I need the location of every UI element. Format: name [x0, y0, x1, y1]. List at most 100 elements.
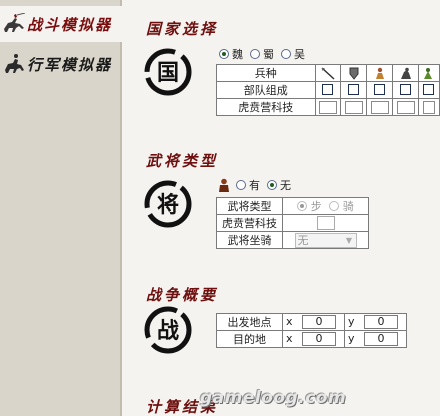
row-label: 武将坐骑 [216, 231, 283, 249]
radio-label: 有 [249, 179, 260, 192]
section-title-country: 国家选择 [146, 20, 219, 38]
table-cell [340, 98, 368, 116]
emblem-char: 将 [157, 192, 179, 218]
table-row: 兵种 [216, 64, 440, 82]
battle-emblem-icon: 战 [144, 306, 192, 354]
table-cell [417, 81, 440, 99]
tech-level-input[interactable] [422, 100, 435, 114]
cavalry-unit-icon [400, 67, 411, 79]
row-label: 目的地 [216, 330, 283, 348]
siege-icon [423, 67, 432, 79]
mount-select[interactable]: 无 ▼ [294, 232, 357, 248]
radio-label: 无 [280, 179, 291, 192]
select-value: 无 [297, 234, 309, 247]
table-row: 部队组成 [216, 81, 440, 99]
x-label: x [286, 315, 293, 328]
general-settings-table: 武将类型 步 骑 虎贲营科技 武将坐骑 无 ▼ [216, 197, 369, 249]
table-cell [417, 98, 440, 116]
table-cell: y 0 [344, 330, 407, 348]
start-x-input[interactable]: 0 [302, 315, 337, 329]
radio-label: 蜀 [263, 48, 274, 61]
tech-level-input[interactable] [370, 100, 389, 114]
table-cell: 步 骑 [282, 197, 369, 215]
table-cell: x 0 [282, 330, 345, 348]
spear-icon [321, 67, 335, 80]
table-cell [282, 214, 369, 232]
tech-level-input[interactable] [318, 100, 337, 114]
x-label: x [286, 332, 293, 345]
table-cell: y 0 [344, 313, 407, 331]
unit-checkbox[interactable] [423, 83, 435, 95]
main-panel: 国家选择 国 魏 蜀 吴 兵种 部队组成 虎贲营科技 武将类型 将 有 无 武将… [124, 0, 440, 416]
table-row: 出发地点 x 0 y 0 [216, 313, 407, 331]
table-header-cell [340, 64, 368, 82]
radio-has-general-yes[interactable] [236, 180, 246, 190]
start-y-input[interactable]: 0 [364, 315, 399, 329]
table-cell [314, 98, 342, 116]
tech-level-input[interactable] [344, 100, 363, 114]
radio-label: 骑 [342, 200, 354, 213]
unit-checkbox[interactable] [400, 83, 412, 95]
unit-checkbox[interactable] [348, 83, 360, 95]
country-emblem-icon: 国 [144, 48, 192, 96]
sidebar-item-march-simulator[interactable]: 行军模拟器 [0, 46, 122, 82]
shield-icon [349, 67, 359, 80]
table-cell: 无 ▼ [282, 231, 369, 249]
country-radio-group: 魏 蜀 吴 [219, 46, 309, 62]
table-cell: x 0 [282, 313, 345, 331]
dest-x-input[interactable]: 0 [302, 332, 337, 346]
section-title-battle: 战争概要 [146, 286, 219, 304]
radio-has-general-no[interactable] [267, 180, 277, 190]
y-label: y [348, 315, 355, 328]
table-row: 武将坐骑 无 ▼ [216, 231, 369, 249]
table-cell [392, 98, 419, 116]
section-title-general: 武将类型 [146, 152, 219, 170]
table-cell [340, 81, 368, 99]
general-icon [219, 178, 229, 192]
table-header-cell [392, 64, 419, 82]
unit-checkbox[interactable] [374, 83, 386, 95]
row-label: 出发地点 [216, 313, 283, 331]
archer-icon [375, 67, 384, 79]
general-tech-input[interactable] [316, 216, 335, 230]
table-row: 目的地 x 0 y 0 [216, 330, 407, 348]
table-header-cell [417, 64, 440, 82]
general-emblem-icon: 将 [144, 180, 192, 228]
row-label: 虎贲营科技 [216, 98, 316, 116]
row-label: 虎贲营科技 [216, 214, 283, 232]
horse-rider-icon [1, 52, 27, 76]
sidebar-item-label: 行军模拟器 [27, 55, 113, 74]
chevron-down-icon: ▼ [345, 235, 353, 245]
row-label: 部队组成 [216, 81, 316, 99]
has-general-radio-group: 有 无 [218, 177, 295, 193]
radio-label: 魏 [232, 48, 243, 61]
sidebar: 战斗模拟器 行军模拟器 [0, 0, 122, 416]
tech-level-input[interactable] [396, 100, 415, 114]
radio-label: 吴 [294, 48, 305, 61]
emblem-char: 战 [157, 318, 179, 344]
sidebar-item-label: 战斗模拟器 [27, 15, 113, 34]
unit-composition-table: 兵种 部队组成 虎贲营科技 [216, 64, 440, 116]
table-row: 虎贲营科技 [216, 214, 369, 232]
unit-checkbox[interactable] [322, 83, 334, 95]
y-label: y [348, 332, 355, 345]
radio-wei[interactable] [219, 49, 229, 59]
table-header-cell [366, 64, 394, 82]
watermark-logo: gameloog.com [200, 388, 347, 408]
dest-y-input[interactable]: 0 [364, 332, 399, 346]
sidebar-item-battle-simulator[interactable]: 战斗模拟器 [0, 6, 122, 42]
table-row: 武将类型 步 骑 [216, 197, 369, 215]
table-cell [314, 81, 342, 99]
table-row: 虎贲营科技 [216, 98, 440, 116]
radio-wu[interactable] [281, 49, 291, 59]
cavalry-icon [1, 12, 27, 36]
table-cell [366, 81, 394, 99]
radio-shu[interactable] [250, 49, 260, 59]
radio-cavalry[interactable] [329, 201, 340, 211]
row-label: 武将类型 [216, 197, 283, 215]
table-cell [366, 98, 394, 116]
radio-label: 步 [310, 200, 322, 213]
table-cell [392, 81, 419, 99]
radio-infantry[interactable] [297, 201, 308, 211]
emblem-char: 国 [157, 60, 179, 86]
